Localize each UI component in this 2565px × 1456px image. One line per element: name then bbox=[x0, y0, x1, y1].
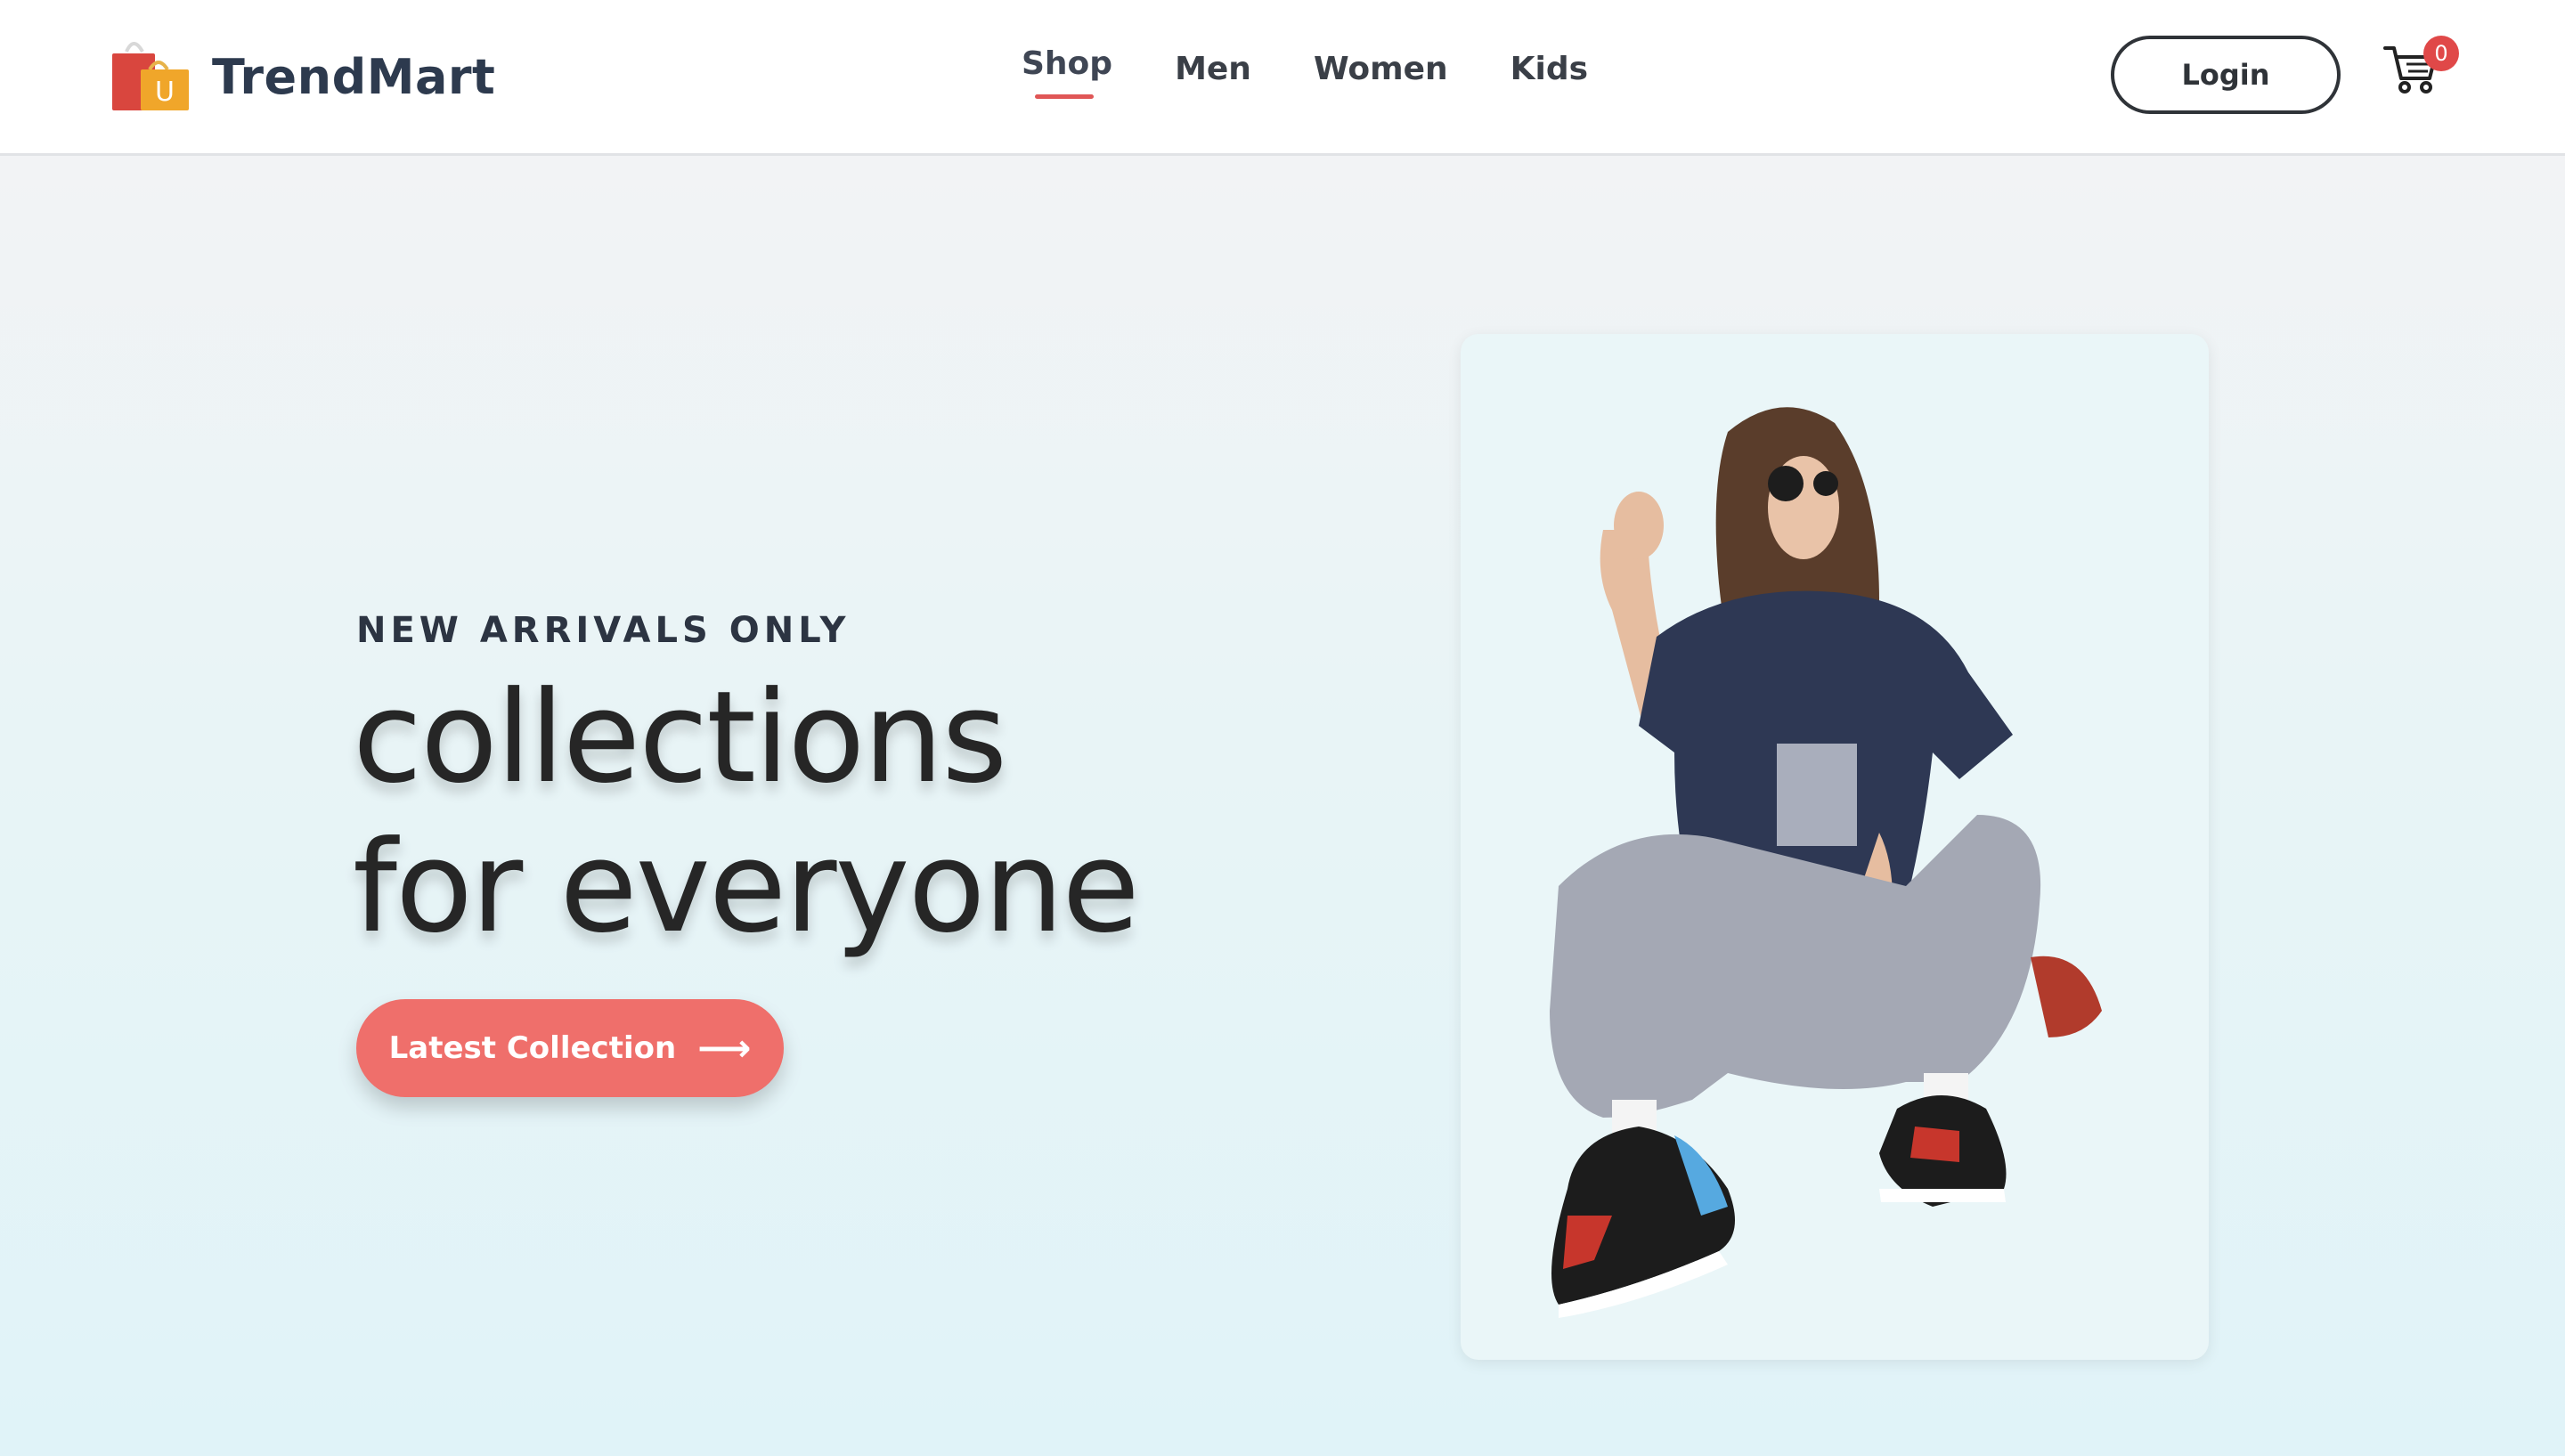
hero-eyebrow: NEW ARRIVALS ONLY bbox=[356, 610, 851, 651]
nav-item-women[interactable]: Women bbox=[1314, 43, 1448, 96]
hero-headline: collections for everyone bbox=[353, 663, 1140, 963]
headline-line-2: for everyone bbox=[353, 814, 1140, 961]
shopping-bags-icon: U bbox=[112, 42, 189, 110]
cart-button[interactable]: 0 bbox=[2383, 36, 2463, 107]
nav-item-label: Shop bbox=[1022, 45, 1113, 82]
nav-item-kids[interactable]: Kids bbox=[1510, 43, 1588, 96]
brand-name: TrendMart bbox=[212, 48, 496, 105]
main-nav: Shop Men Women Kids bbox=[1022, 43, 1650, 99]
nav-item-label: Men bbox=[1175, 51, 1251, 87]
svg-text:U: U bbox=[155, 77, 175, 108]
nav-item-label: Women bbox=[1313, 51, 1448, 87]
nav-item-men[interactable]: Men bbox=[1175, 43, 1251, 96]
arrow-right-icon: ⟶ bbox=[697, 1026, 752, 1070]
cta-label: Latest Collection bbox=[388, 1030, 677, 1066]
nav-item-shop[interactable]: Shop bbox=[1022, 37, 1113, 99]
nav-item-label: Kids bbox=[1510, 51, 1589, 87]
navbar: U TrendMart Shop Men Women Kids Login 0 bbox=[0, 0, 2565, 156]
model-photo bbox=[1550, 407, 2102, 1318]
login-button[interactable]: Login bbox=[2111, 36, 2341, 114]
latest-collection-button[interactable]: Latest Collection ⟶ bbox=[356, 999, 784, 1097]
hero-image bbox=[1461, 334, 2209, 1360]
active-indicator bbox=[1035, 94, 1094, 99]
hero-section: NEW ARRIVALS ONLY collections for everyo… bbox=[0, 156, 2565, 1456]
brand[interactable]: U TrendMart bbox=[107, 34, 495, 119]
headline-line-1: collections bbox=[353, 664, 1007, 811]
cart-count-badge: 0 bbox=[2423, 36, 2459, 71]
